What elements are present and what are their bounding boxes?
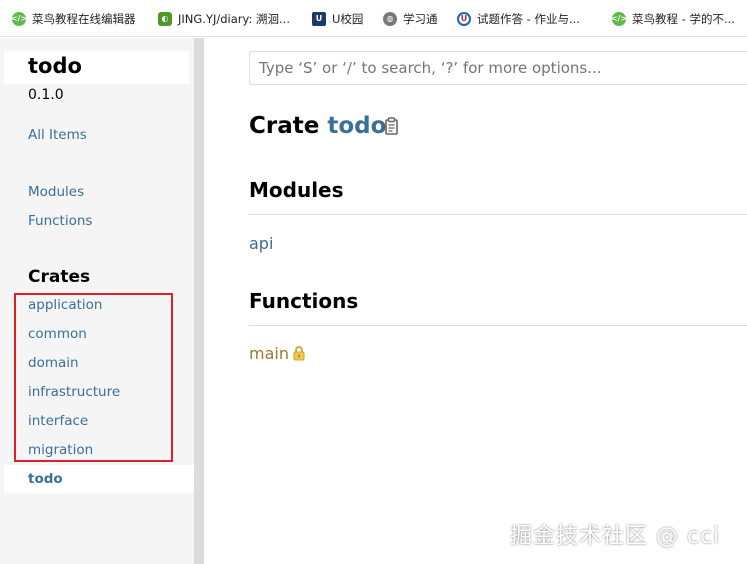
crate-version: 0.1.0	[28, 87, 64, 103]
title-keyword: Crate	[249, 113, 320, 139]
bookmark-exam[interactable]: U 试题作答 - 作业与...	[457, 0, 580, 36]
bookmark-label: 学习通	[403, 11, 438, 26]
sidebar-item-modules[interactable]: Modules	[28, 184, 84, 200]
search-bar[interactable]	[249, 51, 747, 85]
bookmarks-bar: </> 菜鸟教程在线编辑器 ◐ JING.YJ/diary: 溯洄... U U…	[0, 0, 747, 37]
crate-link-todo[interactable]: todo	[28, 471, 63, 487]
sidebar-item-functions[interactable]: Functions	[28, 213, 92, 229]
bookmark-runoob-editor[interactable]: </> 菜鸟教程在线编辑器	[11, 0, 136, 36]
title-crate-name[interactable]: todo	[327, 113, 386, 139]
all-items-link[interactable]: All Items	[28, 127, 87, 143]
crates-heading: Crates	[28, 267, 91, 287]
bookmark-xuexitong[interactable]: ◍ 学习通	[383, 0, 438, 36]
bookmark-gitee-diary[interactable]: ◐ JING.YJ/diary: 溯洄...	[158, 0, 290, 36]
functions-heading: Functions	[249, 289, 359, 313]
bookmark-label: 菜鸟教程 - 学的不...	[632, 11, 735, 26]
crate-title[interactable]: todo	[28, 54, 82, 78]
gitee-icon: ◐	[158, 11, 172, 26]
function-link-main[interactable]: main	[249, 344, 289, 363]
copy-path-icon[interactable]	[382, 117, 400, 137]
bookmark-label: 试题作答 - 作业与...	[477, 11, 580, 26]
runoob-icon: </>	[611, 11, 627, 26]
runoob-icon: </>	[11, 11, 27, 26]
modules-divider	[249, 214, 747, 215]
bookmark-u-campus[interactable]: U U校园	[312, 0, 364, 36]
modules-heading: Modules	[249, 178, 344, 202]
bookmark-label: 菜鸟教程在线编辑器	[32, 11, 136, 26]
highlight-box	[14, 293, 173, 462]
page-title: Crate todo	[249, 113, 386, 139]
lock-icon	[293, 346, 305, 361]
globe-icon: ◍	[383, 11, 397, 26]
functions-divider	[249, 325, 747, 326]
search-input[interactable]	[259, 59, 739, 77]
sidebar-resize-handle[interactable]	[194, 38, 204, 564]
module-link-api[interactable]: api	[249, 234, 273, 253]
bookmark-runoob[interactable]: </> 菜鸟教程 - 学的不...	[611, 0, 735, 36]
sidebar: todo 0.1.0 All Items Modules Functions C…	[0, 38, 194, 564]
watermark: 掘金技术社区 @ cci	[510, 524, 721, 549]
bookmark-label: JING.YJ/diary: 溯洄...	[178, 11, 290, 26]
u-campus-icon: U	[312, 11, 326, 26]
bookmark-label: U校园	[332, 11, 364, 26]
u-exam-icon: U	[457, 11, 471, 26]
